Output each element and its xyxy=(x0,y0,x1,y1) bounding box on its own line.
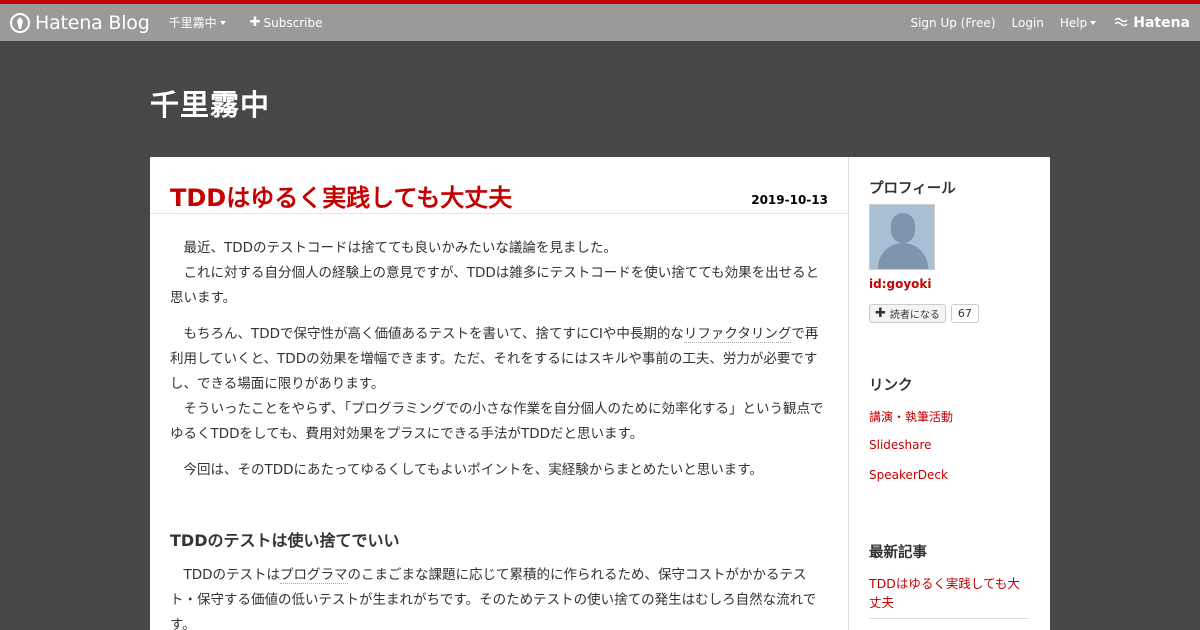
text-segment: もちろん、TDDで保守性が高く価値あるテストを書いて、捨てすにCIや中長期的な xyxy=(183,326,684,342)
section-heading: TDDのテストは使い捨てでいい xyxy=(170,531,400,550)
blog-menu-dropdown[interactable]: 千里霧中 xyxy=(169,14,226,31)
links-heading: リンク xyxy=(869,378,913,394)
profile-id-link[interactable]: id:goyoki xyxy=(869,277,932,291)
keyword-link-refactoring[interactable]: リファクタリング xyxy=(683,326,792,343)
help-label: Help xyxy=(1059,15,1088,30)
chevron-down-icon xyxy=(219,20,226,25)
paragraph: 最近、TDDのテストコードは捨てても良いかみたいな議論を見ました。 これに対する… xyxy=(170,236,828,311)
subscribe-link[interactable]: ✚ Subscribe xyxy=(250,15,323,30)
paragraph: TDDのテストはプログラマのこまごまな課題に応じて累積的に作られるため、保守コス… xyxy=(170,563,828,630)
chevron-down-icon xyxy=(1090,20,1097,25)
hatena-logo-text: Hatena xyxy=(1133,14,1190,31)
plus-icon: ✚ xyxy=(249,15,261,30)
recent-entry-link[interactable]: TDDはゆるく実践しても大丈夫 xyxy=(869,574,1029,619)
paragraph-line: もちろん、TDDで保守性が高く価値あるテストを書いて、捨てすにCIや中長期的なリ… xyxy=(170,322,828,397)
subscribe-button[interactable]: ✚ 読者になる xyxy=(869,304,946,323)
hatena-wave-icon xyxy=(1114,17,1128,27)
avatar-body-shape xyxy=(878,243,928,269)
sidebar: プロフィール id:goyoki ✚ 読者になる 67 リンク 講演・執筆活動 … xyxy=(869,157,1029,630)
brand-text: Hatena Blog xyxy=(35,11,150,34)
plus-icon: ✚ xyxy=(875,306,886,321)
paragraph-line: TDDのテストはプログラマのこまごまな課題に応じて累積的に作られるため、保守コス… xyxy=(170,563,828,630)
content-area: TDDはゆるく実践しても大丈夫 2019-10-13 最近、TDDのテストコード… xyxy=(150,157,1050,630)
hatena-logo[interactable]: Hatena xyxy=(1114,15,1190,31)
subscriber-count: 67 xyxy=(950,304,979,323)
paragraph: 今回は、そのTDDにあたってゆるくしてもよいポイントを、実経験からまとめたいと思… xyxy=(170,458,828,483)
entry-header: TDDはゆるく実践しても大丈夫 2019-10-13 xyxy=(150,157,848,214)
paragraph: もちろん、TDDで保守性が高く価値あるテストを書いて、捨てすにCIや中長期的なリ… xyxy=(170,322,828,447)
blog-menu-label: 千里霧中 xyxy=(168,16,217,30)
blog-title[interactable]: 千里霧中 xyxy=(150,82,270,124)
avatar[interactable] xyxy=(869,204,935,270)
text-segment: TDDのテストは xyxy=(183,567,281,583)
entry-body: 最近、TDDのテストコードは捨てても良いかみたいな議論を見ました。 これに対する… xyxy=(150,214,848,630)
hatena-blog-logo[interactable]: Hatena Blog xyxy=(10,12,150,34)
sidebar-link-slideshare[interactable]: Slideshare xyxy=(869,438,932,452)
main-column: TDDはゆるく実践しても大丈夫 2019-10-13 最近、TDDのテストコード… xyxy=(150,157,849,630)
hatena-blog-pen-icon xyxy=(10,12,30,33)
global-header: Hatena Blog 千里霧中 ✚ Subscribe Sign Up (Fr… xyxy=(0,4,1200,41)
paragraph-line: そういったことをやらず、「プログラミングでの小さな作業を自分個人のために効率化す… xyxy=(170,401,824,442)
keyword-link-programmer[interactable]: プログラマ xyxy=(280,567,348,584)
header-right-nav: Sign Up (Free) Login Help Hatena xyxy=(894,15,1200,31)
subscribe-label: Subscribe xyxy=(263,15,323,30)
entry-date[interactable]: 2019-10-13 xyxy=(751,193,828,207)
avatar-head-shape xyxy=(891,213,915,243)
signup-link[interactable]: Sign Up (Free) xyxy=(910,16,995,30)
profile-heading: プロフィール xyxy=(869,181,956,197)
paragraph-line: これに対する自分個人の経験上の意見ですが、TDDは雑多にテストコードを使い捨てて… xyxy=(170,265,820,306)
paragraph-line: 今回は、そのTDDにあたってゆるくしてもよいポイントを、実経験からまとめたいと思… xyxy=(183,462,763,478)
sidebar-link-speakerdeck[interactable]: SpeakerDeck xyxy=(869,468,948,482)
subscribe-widget: ✚ 読者になる 67 xyxy=(869,304,979,323)
login-link[interactable]: Login xyxy=(1012,16,1044,30)
sidebar-link-talks[interactable]: 講演・執筆活動 xyxy=(869,408,953,425)
entry-title[interactable]: TDDはゆるく実践しても大丈夫 xyxy=(170,178,512,213)
subscribe-button-label: 読者になる xyxy=(889,310,940,321)
help-dropdown[interactable]: Help xyxy=(1059,15,1097,30)
paragraph-line: 最近、TDDのテストコードは捨てても良いかみたいな議論を見ました。 xyxy=(183,240,617,256)
recent-heading: 最新記事 xyxy=(869,545,927,561)
